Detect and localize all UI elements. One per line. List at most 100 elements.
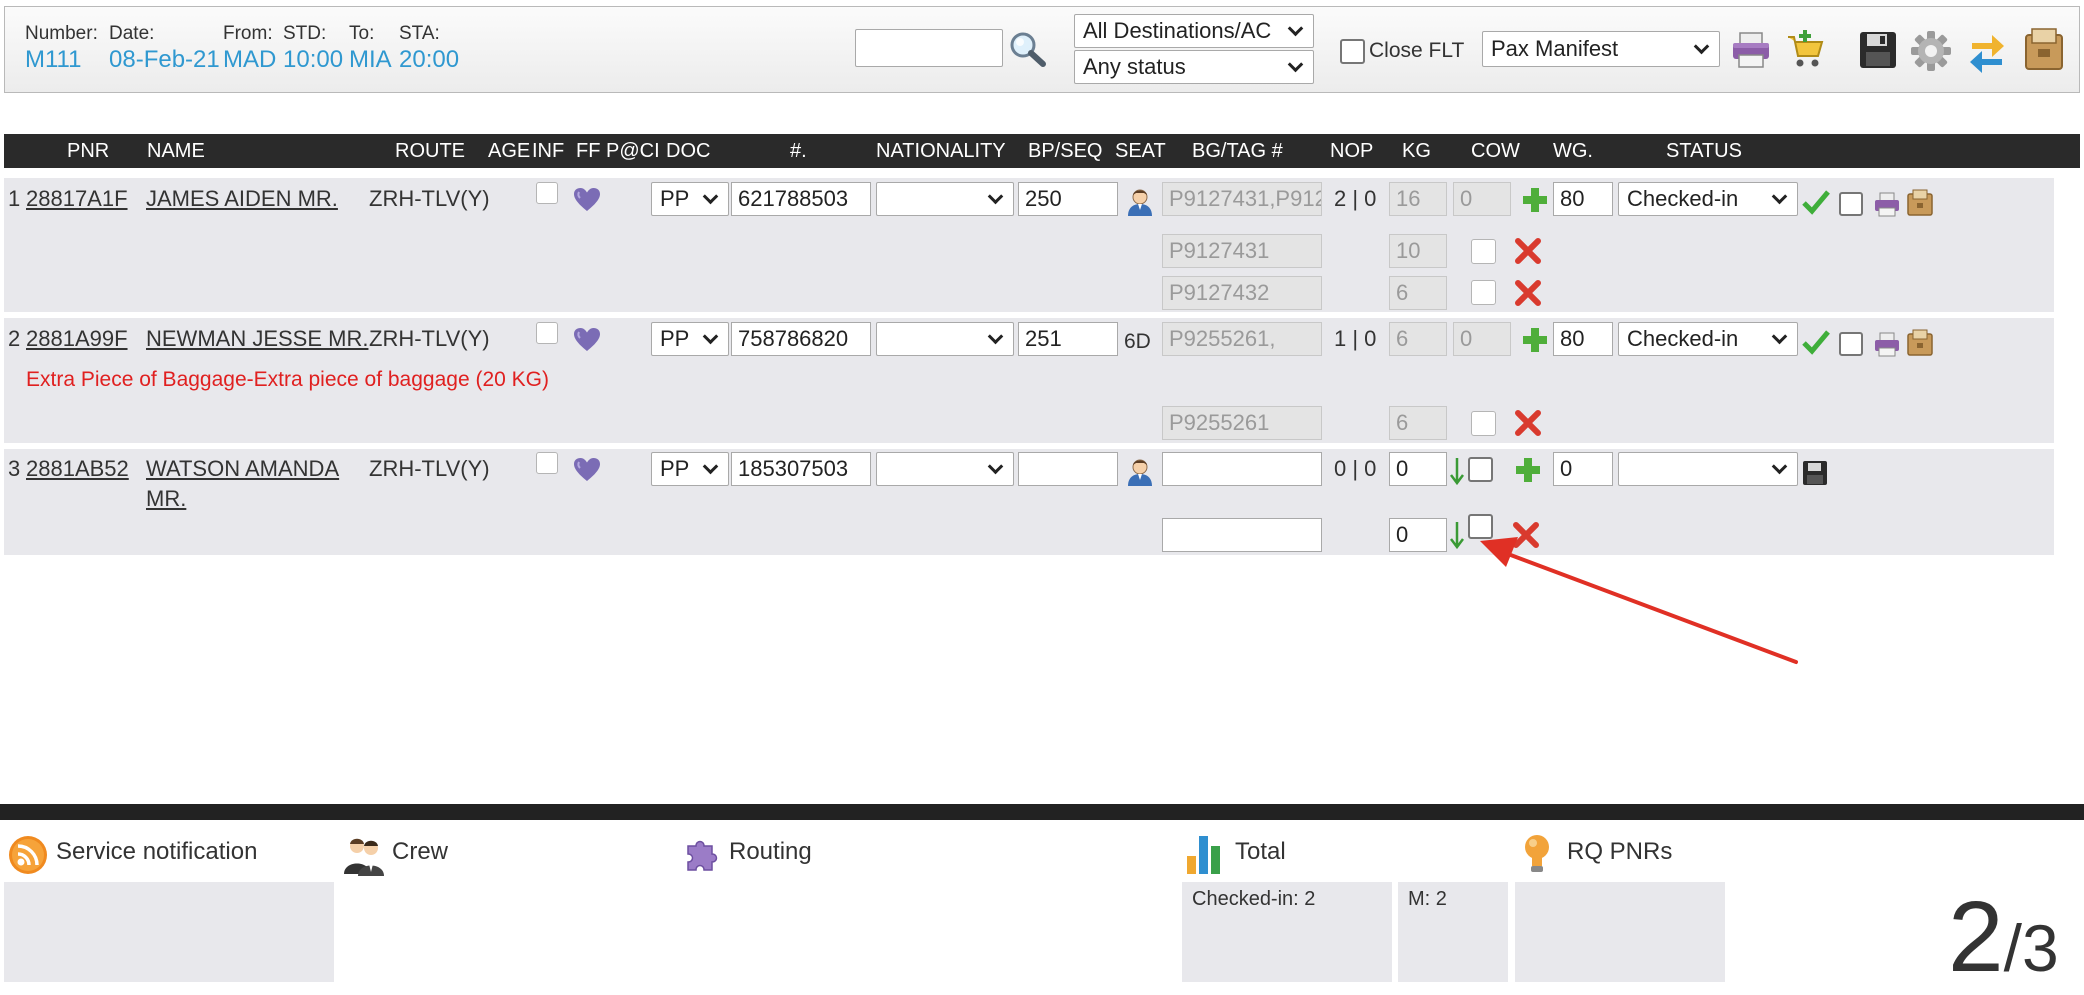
save-disk-icon[interactable] — [1802, 460, 1828, 486]
save-disk-icon[interactable] — [1858, 30, 1898, 70]
chevron-down-icon — [987, 188, 1004, 204]
pnr-link[interactable]: 28817A1F — [26, 186, 128, 212]
cart-icon[interactable] — [1785, 28, 1825, 70]
infant-checkbox[interactable] — [536, 322, 558, 344]
report-select[interactable]: Pax Manifest — [1482, 31, 1720, 67]
doc-number-field[interactable]: 185307503 — [731, 452, 871, 486]
wg-field[interactable]: 80 — [1553, 322, 1613, 356]
passenger-seat-icon[interactable] — [1126, 188, 1154, 216]
bag-checkbox[interactable] — [1471, 411, 1496, 436]
passenger-seat-icon[interactable] — [1126, 458, 1154, 486]
status-select[interactable] — [1618, 452, 1798, 486]
column-header-name: NAME — [147, 140, 205, 162]
chevron-down-icon — [1287, 56, 1304, 72]
page-counter-current: 2 — [1948, 881, 2004, 993]
wg-field[interactable]: 0 — [1553, 452, 1613, 486]
status-filter-value: Any status — [1083, 54, 1186, 79]
nationality-select[interactable] — [876, 322, 1014, 356]
doc-type-select[interactable]: PP — [651, 182, 729, 216]
flight-from-label: From: — [223, 23, 273, 44]
archive-icon[interactable] — [1906, 188, 1934, 216]
printer-icon[interactable] — [1873, 190, 1901, 218]
column-header-kg: KG — [1402, 140, 1431, 162]
column-header-pnr: PNR — [67, 140, 110, 162]
crew-icon — [344, 838, 384, 876]
cow-checkbox[interactable] — [1468, 457, 1493, 482]
infant-checkbox[interactable] — [536, 452, 558, 474]
passenger-name-link[interactable]: NEWMAN JESSE MR. — [146, 326, 368, 352]
page-counter: 2/3 — [1948, 880, 2059, 995]
infant-checkbox[interactable] — [536, 182, 558, 204]
status-filter-select[interactable]: Any status — [1074, 50, 1314, 84]
flight-date-value: 08-Feb-21 — [109, 46, 220, 73]
column-header-route: ROUTE — [395, 140, 465, 162]
route-text: ZRH-TLV(Y) — [369, 186, 490, 211]
pnr-link[interactable]: 2881A99F — [26, 326, 128, 352]
search-input[interactable] — [855, 29, 1003, 67]
lightbulb-icon — [1525, 835, 1549, 872]
passenger-name-link-line2[interactable]: MR. — [146, 486, 186, 512]
passenger-name-link[interactable]: WATSON AMANDA — [146, 456, 339, 482]
nationality-select[interactable] — [876, 182, 1014, 216]
nop-text: 1 | 0 — [1334, 326, 1377, 351]
doc-type-select[interactable]: PP — [651, 452, 729, 486]
doc-number-field[interactable]: 621788503 — [731, 182, 871, 216]
add-bag-plus-icon[interactable] — [1521, 326, 1549, 354]
archive-icon[interactable] — [2022, 27, 2066, 71]
archive-icon[interactable] — [1906, 328, 1934, 356]
chevron-down-icon — [1771, 188, 1788, 204]
pnr-link[interactable]: 2881AB52 — [26, 456, 129, 482]
column-header-ff: FF — [576, 140, 601, 162]
row-select-checkbox[interactable] — [1839, 332, 1863, 356]
doc-number-field[interactable]: 758786820 — [731, 322, 871, 356]
bag-tag-field[interactable] — [1162, 518, 1322, 552]
add-bag-plus-icon[interactable] — [1521, 186, 1549, 214]
nationality-select[interactable] — [876, 452, 1014, 486]
status-select[interactable]: Checked-in — [1618, 182, 1798, 216]
bag-kg-field: 6 — [1389, 406, 1447, 440]
refresh-icon[interactable] — [1966, 29, 2008, 73]
arrow-down-icon[interactable] — [1449, 456, 1465, 486]
checkmark-icon[interactable] — [1802, 188, 1830, 216]
status-select[interactable]: Checked-in — [1618, 322, 1798, 356]
printer-icon[interactable] — [1873, 330, 1901, 358]
bag-checkbox[interactable] — [1471, 239, 1496, 264]
column-header-age: AGE — [488, 140, 531, 162]
add-bag-plus-icon[interactable] — [1514, 456, 1542, 484]
delete-x-icon[interactable] — [1514, 237, 1542, 265]
frequent-flyer-heart-icon[interactable] — [573, 457, 601, 483]
destination-filter-select[interactable]: All Destinations/AC — [1074, 14, 1314, 48]
bag-kg-field[interactable]: 0 — [1389, 518, 1447, 552]
flight-to-value: MIA — [349, 46, 392, 73]
frequent-flyer-heart-icon[interactable] — [573, 327, 601, 353]
flight-to-label: To: — [349, 23, 375, 44]
doc-type-select[interactable]: PP — [651, 322, 729, 356]
puzzle-icon — [687, 840, 718, 871]
delete-x-icon[interactable] — [1514, 279, 1542, 307]
search-icon[interactable] — [1008, 30, 1048, 68]
bp-seq-field[interactable]: 250 — [1018, 182, 1118, 216]
checkmark-icon[interactable] — [1802, 328, 1830, 356]
column-header-seat: SEAT — [1115, 140, 1166, 162]
bag-tag-field[interactable] — [1162, 452, 1322, 486]
cow-field: 0 — [1453, 322, 1511, 356]
kg-field[interactable]: 0 — [1389, 452, 1447, 486]
nop-text: 2 | 0 — [1334, 186, 1377, 211]
wg-field[interactable]: 80 — [1553, 182, 1613, 216]
delete-x-icon[interactable] — [1514, 409, 1542, 437]
bp-seq-field[interactable] — [1018, 452, 1118, 486]
frequent-flyer-heart-icon[interactable] — [573, 187, 601, 213]
chevron-down-icon — [987, 458, 1004, 474]
flight-number-value: M111 — [25, 46, 82, 73]
rq-pnrs-title: RQ PNRs — [1567, 838, 1673, 865]
printer-icon[interactable] — [1730, 30, 1772, 70]
bag-checkbox[interactable] — [1471, 280, 1496, 305]
close-flt-checkbox[interactable] — [1340, 39, 1365, 64]
doc-type-value: PP — [660, 456, 690, 481]
row-select-checkbox[interactable] — [1839, 192, 1863, 216]
passenger-name-link[interactable]: JAMES AIDEN MR. — [146, 186, 338, 212]
gear-icon[interactable] — [1910, 30, 1952, 72]
bp-seq-field[interactable]: 251 — [1018, 322, 1118, 356]
total-m-panel: M: 2 — [1398, 882, 1508, 982]
flight-number-label: Number: — [25, 23, 98, 44]
